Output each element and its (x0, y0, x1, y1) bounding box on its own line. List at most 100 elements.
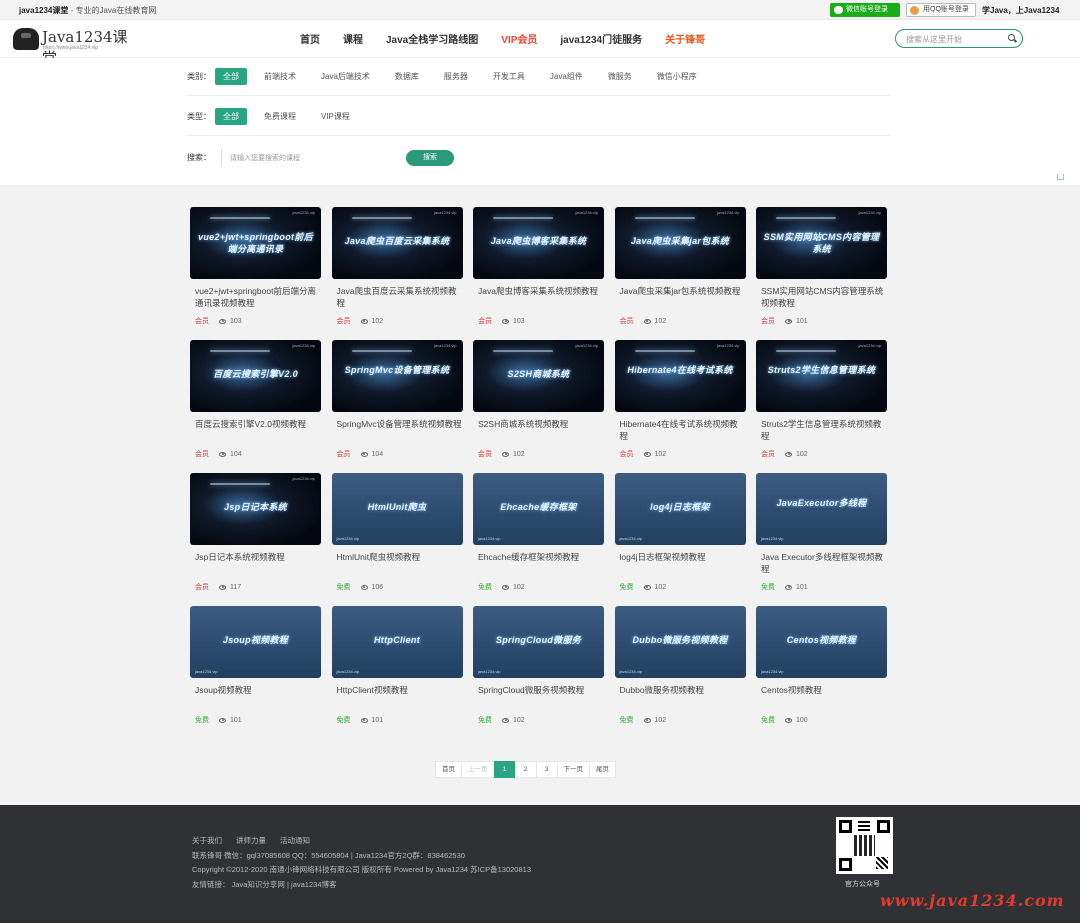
course-title[interactable]: log4j日志框架视频教程 (615, 551, 746, 575)
course-title[interactable]: Ehcache缓存框架视频教程 (473, 551, 604, 575)
wechat-login-button[interactable]: 微信账号登录 (830, 3, 900, 17)
course-thumbnail[interactable]: java1234.vip log4j日志框架 (614, 473, 746, 545)
course-thumbnail[interactable]: java1234.vip SpringCloud微服务 (473, 606, 604, 678)
course-thumbnail[interactable]: java1234.vip Hibernate4在线考试系统 (614, 340, 746, 412)
page-1[interactable]: 1 (493, 761, 516, 778)
course-search-input[interactable]: 请输入您要搜索的课程 (221, 149, 396, 166)
course-thumbnail[interactable]: java1234.vip vue2+jwt+springboot前后端分离通讯录 (190, 207, 321, 279)
course-title[interactable]: Dubbo微服务视频教程 (615, 684, 746, 708)
category-java-components[interactable]: Java组件 (542, 68, 591, 85)
footer-link-events[interactable]: 活动通知 (280, 835, 310, 846)
course-card[interactable]: java1234.vip Java爬虫博客采集系统 Java爬虫博客采集系统视频教程… (473, 207, 604, 340)
course-title[interactable]: Struts2学生信息管理系统视频教程 (756, 418, 887, 442)
course-thumbnail[interactable]: java1234.vip Jsp日记本系统 (190, 473, 321, 545)
nav-courses[interactable]: 课程 (343, 31, 363, 46)
page-3[interactable]: 3 (535, 761, 558, 778)
course-thumbnail[interactable]: java1234.vip JavaExecutor多线程 (756, 473, 887, 545)
light-flare (634, 217, 695, 219)
course-card[interactable]: java1234.vip log4j日志框架 log4j日志框架视频教程 免费 102 (614, 473, 746, 606)
footer-link-lecturers[interactable]: 讲师力量 (236, 835, 266, 846)
page-next[interactable]: 下一页 (556, 761, 590, 778)
course-card[interactable]: java1234.vip vue2+jwt+springboot前后端分离通讯录 v… (190, 207, 321, 340)
nav-about[interactable]: 关于锋哥 (665, 31, 705, 46)
course-title[interactable]: Hibernate4在线考试系统视频教程 (615, 418, 746, 442)
course-title[interactable]: Jsoup视频教程 (190, 684, 321, 708)
type-free[interactable]: 免费课程 (256, 108, 304, 125)
course-card[interactable]: java1234.vip S2SH商城系统 S2SH商城系统视频教程 会员 102 (473, 340, 604, 473)
nav-roadmap[interactable]: Java全栈学习路线图 (386, 31, 478, 46)
course-card[interactable]: java1234.vip SpringMvc设备管理系统 SpringMvc设备管理… (331, 340, 463, 473)
course-title[interactable]: Java爬虫百度云采集系统视频教程 (332, 285, 463, 309)
course-title[interactable]: Jsp日记本系统视频教程 (190, 551, 321, 575)
course-card[interactable]: java1234.vip Hibernate4在线考试系统 Hibernate4在线… (614, 340, 746, 473)
course-card[interactable]: java1234.vip SSM实用网站CMS内容管理系统 SSM实用网站CMS内容… (756, 207, 887, 340)
course-thumbnail[interactable]: java1234.vip Java爬虫博客采集系统 (473, 207, 604, 279)
course-thumbnail[interactable]: java1234.vip Centos视频教程 (756, 606, 887, 678)
course-card[interactable]: java1234.vip Ehcache缓存框架 Ehcache缓存框架视频教程 免费… (473, 473, 604, 606)
course-thumbnail[interactable]: java1234.vip Java爬虫百度云采集系统 (331, 207, 463, 279)
category-server[interactable]: 服务器 (436, 68, 476, 85)
category-dev-tools[interactable]: 开发工具 (485, 68, 533, 85)
course-card[interactable]: java1234.vip Jsoup视频教程 Jsoup视频教程 免费 101 (190, 606, 321, 739)
course-title[interactable]: Centos视频教程 (756, 684, 887, 708)
search-icon[interactable] (1008, 34, 1015, 41)
course-thumbnail[interactable]: java1234.vip 百度云搜索引擎V2.0 (190, 340, 321, 412)
type-all[interactable]: 全部 (215, 108, 247, 125)
nav-home[interactable]: 首页 (300, 31, 320, 46)
course-title[interactable]: SpringMvc设备管理系统视频教程 (332, 418, 463, 442)
course-title[interactable]: HttpClient视频教程 (332, 684, 463, 708)
category-database[interactable]: 数据库 (387, 68, 427, 85)
course-title[interactable]: Java爬虫采集jar包系统视频教程 (615, 285, 746, 309)
page-first[interactable]: 首页 (435, 761, 462, 778)
course-card[interactable]: java1234.vip Centos视频教程 Centos视频教程 免费 100 (756, 606, 887, 739)
course-card[interactable]: java1234.vip Java爬虫百度云采集系统 Java爬虫百度云采集系统视频… (331, 207, 463, 340)
course-card[interactable]: java1234.vip Struts2学生信息管理系统 Struts2学生信息管理… (756, 340, 887, 473)
course-card[interactable]: java1234.vip HttpClient HttpClient视频教程 免费 10… (331, 606, 463, 739)
course-thumbnail[interactable]: java1234.vip SSM实用网站CMS内容管理系统 (756, 207, 887, 279)
course-card[interactable]: java1234.vip 百度云搜索引擎V2.0 百度云搜索引擎V2.0视频教程 会员… (190, 340, 321, 473)
category-mini-program[interactable]: 微信小程序 (649, 68, 705, 85)
course-title[interactable]: HtmlUnit爬虫视频教程 (332, 551, 463, 575)
course-card[interactable]: java1234.vip Dubbo微服务视频教程 Dubbo微服务视频教程 免费 10… (614, 606, 746, 739)
course-thumbnail[interactable]: java1234.vip HtmlUnit爬虫 (331, 473, 463, 545)
filter-icon[interactable] (1057, 174, 1064, 180)
header-search-input[interactable]: 搜索从这里开始 (895, 29, 1023, 48)
page-prev[interactable]: 上一页 (461, 761, 495, 778)
type-vip[interactable]: VIP课程 (313, 108, 358, 125)
course-title[interactable]: Java爬虫博客采集系统视频教程 (473, 285, 604, 309)
course-search-button[interactable]: 搜索 (406, 149, 454, 166)
logo[interactable]: Java1234课堂 https://www.java1234.vip (13, 26, 133, 67)
category-frontend[interactable]: 前端技术 (256, 68, 304, 85)
nav-vip[interactable]: VIP会员 (501, 31, 537, 46)
course-thumbnail[interactable]: java1234.vip Struts2学生信息管理系统 (756, 340, 887, 412)
page-last[interactable]: 尾页 (589, 761, 616, 778)
category-all[interactable]: 全部 (215, 68, 247, 85)
course-thumbnail[interactable]: java1234.vip Jsoup视频教程 (190, 606, 321, 678)
category-java-backend[interactable]: Java后端技术 (313, 68, 378, 85)
course-card[interactable]: java1234.vip JavaExecutor多线程 Java Executor… (756, 473, 887, 606)
course-title[interactable]: SSM实用网站CMS内容管理系统视频教程 (756, 285, 887, 309)
course-title[interactable]: SpringCloud微服务视频教程 (473, 684, 604, 708)
nav-disciple-service[interactable]: java1234门徒服务 (560, 31, 642, 46)
page-2[interactable]: 2 (514, 761, 537, 778)
course-card[interactable]: java1234.vip HtmlUnit爬虫 HtmlUnit爬虫视频教程 免费 10… (331, 473, 463, 606)
course-title[interactable]: 百度云搜索引擎V2.0视频教程 (190, 418, 321, 442)
course-thumbnail[interactable]: java1234.vip S2SH商城系统 (473, 340, 604, 412)
course-title[interactable]: Java Executor多线程框架视频教程 (756, 551, 887, 575)
course-thumbnail[interactable]: java1234.vip SpringMvc设备管理系统 (331, 340, 463, 412)
view-count: 117 (230, 583, 242, 591)
qq-login-button[interactable]: 用QQ账号登录 (906, 3, 976, 17)
course-thumbnail[interactable]: java1234.vip Dubbo微服务视频教程 (614, 606, 746, 678)
course-thumbnail[interactable]: java1234.vip Java爬虫采集jar包系统 (614, 207, 746, 279)
course-title[interactable]: S2SH商城系统视频教程 (473, 418, 604, 442)
footer-friend-links[interactable]: 友情链接： Java知识分享网 | java1234博客 (192, 879, 336, 890)
footer-link-about[interactable]: 关于我们 (192, 835, 222, 846)
course-card[interactable]: java1234.vip Jsp日记本系统 Jsp日记本系统视频教程 会员 117 (190, 473, 321, 606)
course-card[interactable]: java1234.vip SpringCloud微服务 SpringCloud微服务… (473, 606, 604, 739)
course-title[interactable]: vue2+jwt+springboot前后端分离通讯录视频教程 (190, 285, 321, 309)
course-thumbnail[interactable]: java1234.vip HttpClient (331, 606, 463, 678)
course-thumbnail[interactable]: java1234.vip Ehcache缓存框架 (473, 473, 604, 545)
category-microservices[interactable]: 微服务 (600, 68, 640, 85)
course-card[interactable]: java1234.vip Java爬虫采集jar包系统 Java爬虫采集jar包系统… (614, 207, 746, 340)
course-tag: 免费 (336, 717, 351, 724)
